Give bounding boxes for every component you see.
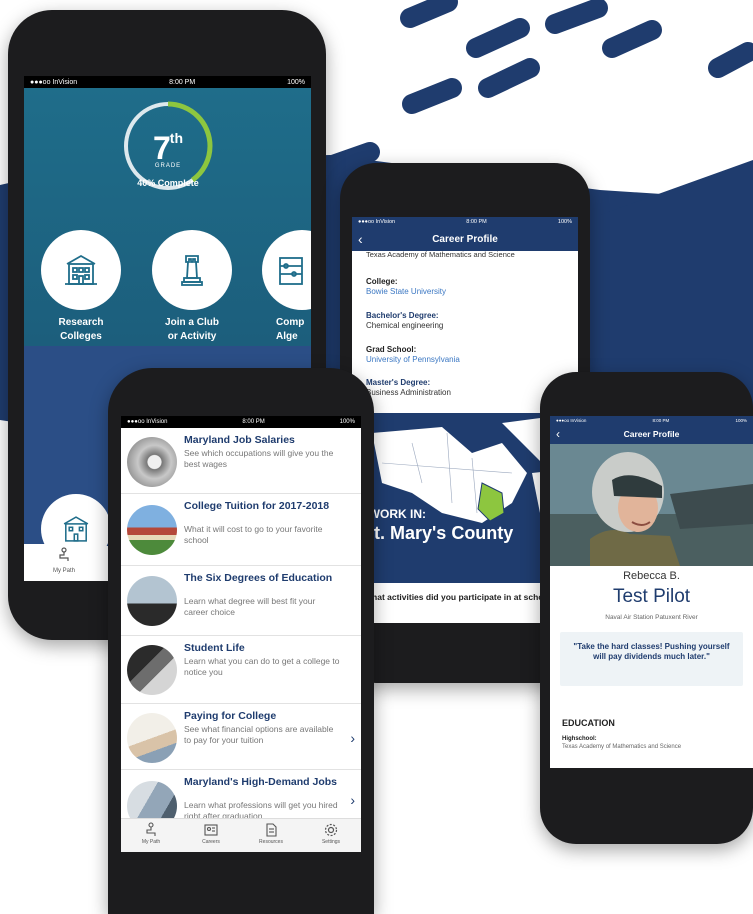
grade-suffix: th xyxy=(169,130,183,146)
abacus-icon xyxy=(279,257,303,285)
nav-bar: ‹ Career Profile xyxy=(352,227,578,251)
list-item-title: Maryland Job Salaries xyxy=(184,434,295,446)
phone-pilot-profile: ●●●oo InVision 8:00 PM 100% ‹ Career Pro… xyxy=(540,372,753,844)
masters-field: Master's Degree: Business Administration xyxy=(366,378,451,397)
composite-stage: ●●●oo InVision 8:00 PM 100% 7th GRADE 40… xyxy=(0,0,753,914)
tab-settings[interactable]: Settings xyxy=(301,819,361,852)
paying-thumbnail xyxy=(127,713,177,763)
list-item[interactable]: The Six Degrees of Education Learn what … xyxy=(121,566,361,636)
document-icon xyxy=(266,823,277,837)
college-field: College: Bowie State University xyxy=(366,277,447,297)
tab-label: Resources xyxy=(259,839,283,845)
chess-piece-icon xyxy=(181,255,203,286)
research-colleges-label: Research Colleges xyxy=(58,317,104,342)
path-icon xyxy=(146,822,156,836)
nav-title: Career Profile xyxy=(432,233,498,245)
tab-resources[interactable]: Resources xyxy=(241,819,301,852)
list-item-title: Maryland's High-Demand Jobs xyxy=(184,776,338,788)
tab-label: Settings xyxy=(321,839,341,845)
progress-text: 40% Complete xyxy=(137,178,199,188)
list-item-title: Paying for College xyxy=(184,710,277,722)
building-icon xyxy=(65,254,97,285)
back-chevron-icon[interactable]: ‹ xyxy=(556,427,560,441)
status-bar: ●●●oo InVision 8:00 PM 100% xyxy=(352,217,578,227)
path-icon xyxy=(59,547,69,561)
list-item-title: Student Life xyxy=(184,642,245,654)
tuition-thumbnail xyxy=(127,505,177,555)
time-label: 8:00 PM xyxy=(242,419,265,425)
highschool-value: Texas Academy of Mathematics and Science xyxy=(562,744,682,750)
grad-school-field: Grad School: University of Pennsylvania xyxy=(366,345,460,365)
grade-number: 7 xyxy=(152,130,171,166)
time-label: 8:00 PM xyxy=(466,219,487,225)
join-club-label: Join a Club or Activity xyxy=(165,317,219,342)
chevron-right-icon: › xyxy=(350,792,355,808)
college-link[interactable]: Bowie State University xyxy=(366,287,446,297)
work-county: St. Mary's County xyxy=(362,523,514,543)
algebra-label: Comp Alge xyxy=(276,317,305,342)
graduation-thumbnail xyxy=(127,576,177,626)
job-location: Naval Air Station Patuxent River xyxy=(605,614,698,621)
carrier-label: ●●●oo InVision xyxy=(30,78,78,86)
student-life-thumbnail xyxy=(127,645,177,695)
join-club-button[interactable] xyxy=(152,230,232,310)
battery-label: 100% xyxy=(339,419,355,425)
building-icon xyxy=(63,516,89,542)
research-colleges-button[interactable] xyxy=(41,230,121,310)
list-item-desc: Learn what you can do to get a college t… xyxy=(184,656,340,677)
id-card-icon xyxy=(204,824,218,836)
time-label: 8:00 PM xyxy=(652,417,670,423)
battery-label: 100% xyxy=(557,219,572,225)
pilot-profile-screen: ●●●oo InVision 8:00 PM 100% ‹ Career Pro… xyxy=(550,416,753,768)
list-item[interactable]: College Tuition for 2017-2018 What it wi… xyxy=(121,494,361,566)
resources-screen: ●●●oo InVision 8:00 PM 100% Maryland Job… xyxy=(121,416,361,852)
carrier-label: ●●●oo InVision xyxy=(127,419,168,425)
grad-school-link[interactable]: University of Pennsylvania xyxy=(366,355,460,365)
battery-label: 100% xyxy=(735,417,747,423)
tab-label: Careers xyxy=(202,839,220,845)
list-item-desc: See what financial options are available… xyxy=(184,724,334,745)
gear-icon xyxy=(324,823,338,837)
salaries-thumbnail xyxy=(127,437,177,487)
list-item-title: College Tuition for 2017-2018 xyxy=(184,500,330,512)
nav-bar: ‹ Career Profile xyxy=(550,424,753,444)
grade-display: 7th GRADE xyxy=(122,130,214,169)
tab-my-path[interactable]: My Path xyxy=(121,819,181,852)
chevron-right-icon: › xyxy=(350,730,355,746)
nav-title: Career Profile xyxy=(623,429,680,439)
quote-box: "Take the hard classes! Pushing yourself… xyxy=(560,632,743,686)
activities-question: What activities did you participate in a… xyxy=(364,592,557,602)
list-item[interactable]: Student Life Learn what you can do to ge… xyxy=(121,636,361,704)
high-school-partial: Texas Academy of Mathematics and Science xyxy=(366,250,515,259)
tab-my-path[interactable]: My Path xyxy=(24,544,104,581)
pilot-portrait xyxy=(550,444,753,566)
back-chevron-icon[interactable]: ‹ xyxy=(358,231,363,247)
bachelors-field: Bachelor's Degree: Chemical engineering xyxy=(366,311,444,330)
list-item-desc: See which occupations will give you the … xyxy=(184,448,334,469)
tab-careers[interactable]: Careers xyxy=(181,819,241,852)
job-title: Test Pilot xyxy=(612,586,691,607)
person-name: Rebecca B. xyxy=(623,570,680,582)
status-bar: ●●●oo InVision 8:00 PM 100% xyxy=(121,416,361,428)
carrier-label: ●●●oo InVision xyxy=(358,219,396,225)
list-item[interactable]: Maryland Job Salaries See which occupati… xyxy=(121,428,361,494)
time-label: 8:00 PM xyxy=(169,78,196,86)
tab-bar: My Path Careers Resources Settings xyxy=(121,818,361,852)
pilot-photo xyxy=(550,444,753,566)
education-heading: EDUCATION xyxy=(562,718,615,728)
status-bar: ●●●oo InVision 8:00 PM 100% xyxy=(550,416,753,424)
list-item-desc: Learn what degree will best fit your car… xyxy=(184,596,316,617)
grade-label: GRADE xyxy=(154,163,182,169)
phone-resources-list: ●●●oo InVision 8:00 PM 100% Maryland Job… xyxy=(108,368,374,914)
tab-label: My Path xyxy=(141,839,161,845)
highschool-key: Highschool: xyxy=(562,736,597,742)
list-item[interactable]: Paying for College See what financial op… xyxy=(121,704,361,770)
carrier-label: ●●●oo InVision xyxy=(556,417,587,423)
tab-my-path-label: My Path xyxy=(52,568,75,574)
battery-label: 100% xyxy=(287,78,305,86)
list-item-title: The Six Degrees of Education xyxy=(184,572,333,584)
status-bar: ●●●oo InVision 8:00 PM 100% xyxy=(24,76,311,88)
list-item-desc: What it will cost to go to your favorite… xyxy=(184,524,323,545)
